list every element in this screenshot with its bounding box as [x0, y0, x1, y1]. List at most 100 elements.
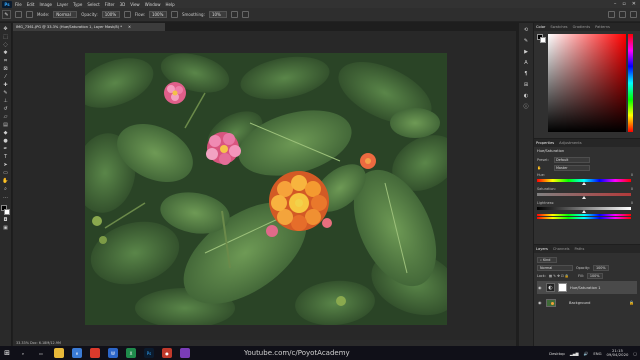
color-panel-tab-color[interactable]: Color: [536, 25, 545, 29]
color-swatches[interactable]: [0, 205, 11, 216]
fill-field[interactable]: 100%: [586, 272, 603, 279]
eye-icon[interactable]: ◉: [538, 300, 543, 305]
hue-thumb[interactable]: [582, 182, 586, 185]
saturation-value[interactable]: 0: [631, 187, 633, 192]
document-tab[interactable]: IMG_7361.JPG @ 33.3% (Hue/Saturation 1, …: [13, 23, 165, 31]
zoom-tool-icon[interactable]: ⌕: [2, 186, 10, 193]
more-tools-icon[interactable]: …: [2, 194, 10, 201]
hue-slider[interactable]: [628, 34, 633, 132]
windows-start-icon[interactable]: ⊞: [0, 346, 14, 360]
layer-mask-thumbnail[interactable]: [558, 283, 567, 292]
color-panel-tab-gradients[interactable]: Gradients: [573, 25, 591, 29]
menu-item-type[interactable]: Type: [73, 2, 82, 7]
adjust-icon[interactable]: ◐: [522, 92, 530, 100]
gear-icon[interactable]: [230, 11, 238, 18]
layers-tab-channels[interactable]: Channels: [553, 247, 570, 251]
move-tool-icon[interactable]: ✥: [2, 26, 10, 33]
hand-tool-icon[interactable]: ✋: [2, 178, 10, 185]
brush-tool-preset-icon[interactable]: ✎: [2, 10, 11, 19]
history-icon[interactable]: ⟲: [522, 26, 530, 34]
marquee-tool-icon[interactable]: ⬚: [2, 34, 10, 41]
saturation-track[interactable]: [537, 193, 631, 199]
maximize-icon[interactable]: ▫: [622, 1, 625, 7]
eye-icon[interactable]: ◉: [538, 285, 543, 290]
brush-size-icon[interactable]: [15, 11, 22, 18]
frame-tool-icon[interactable]: ⊠: [2, 66, 10, 73]
layer-background[interactable]: ◉ Background 🔒: [537, 296, 637, 309]
photo-canvas[interactable]: [85, 53, 447, 325]
eraser-tool-icon[interactable]: ▱: [2, 114, 10, 121]
pen-tool-icon[interactable]: ✒: [2, 146, 10, 153]
libraries-icon[interactable]: ⊞: [522, 81, 530, 89]
volume-icon[interactable]: 🔊: [584, 351, 589, 356]
menu-item-3d[interactable]: 3D: [120, 2, 126, 7]
healing-brush-tool-icon[interactable]: ✚: [2, 82, 10, 89]
lock-icons[interactable]: ▦ ✎ ✥ ⊡ 🔒: [549, 274, 569, 278]
lasso-tool-icon[interactable]: ◌: [2, 42, 10, 49]
menu-item-file[interactable]: File: [15, 2, 22, 7]
saturation-thumb[interactable]: [582, 196, 586, 199]
path-select-tool-icon[interactable]: ➤: [2, 162, 10, 169]
app-icon[interactable]: [180, 348, 190, 358]
brush-tool-icon[interactable]: ✎: [2, 90, 10, 97]
layers-tab-layers[interactable]: Layers: [536, 247, 548, 251]
gradient-tool-icon[interactable]: ▤: [2, 122, 10, 129]
word-icon[interactable]: W: [108, 348, 118, 358]
menu-item-view[interactable]: View: [130, 2, 140, 7]
hue-value[interactable]: 0: [631, 173, 633, 178]
layers-tab-paths[interactable]: Paths: [575, 247, 585, 251]
menu-item-window[interactable]: Window: [145, 2, 161, 7]
color-panel-tab-swatches[interactable]: Swatches: [550, 25, 567, 29]
blur-tool-icon[interactable]: ◆: [2, 130, 10, 137]
chrome-icon[interactable]: [90, 348, 100, 358]
notification-icon[interactable]: ▢: [633, 351, 637, 356]
lightness-value[interactable]: 0: [631, 201, 633, 206]
character-icon[interactable]: A: [522, 59, 530, 67]
color-panel-tab-patterns[interactable]: Patterns: [595, 25, 610, 29]
edge-icon[interactable]: e: [72, 348, 82, 358]
smoothing-field[interactable]: 10%: [208, 11, 227, 18]
lightness-track[interactable]: [537, 207, 631, 213]
menu-item-layer[interactable]: Layer: [57, 2, 68, 7]
pressure-opacity-icon[interactable]: [123, 11, 131, 18]
history-brush-tool-icon[interactable]: ↺: [2, 106, 10, 113]
clone-stamp-tool-icon[interactable]: ⊥: [2, 98, 10, 105]
language-indicator[interactable]: ENG: [593, 351, 601, 356]
brush-settings-panel-icon[interactable]: ✎: [522, 37, 530, 45]
task-view-icon[interactable]: ▭: [36, 348, 46, 358]
shape-tool-icon[interactable]: ▭: [2, 170, 10, 177]
menu-item-filter[interactable]: Filter: [105, 2, 115, 7]
layer-hue-saturation[interactable]: ◉ ◐ Hue/Saturation 1: [537, 281, 637, 294]
crop-tool-icon[interactable]: ⌗: [2, 58, 10, 65]
hue-track[interactable]: [537, 179, 631, 185]
desktop-label[interactable]: Desktop: [549, 351, 565, 356]
background-color[interactable]: [3, 209, 10, 215]
dodge-tool-icon[interactable]: ●: [2, 138, 10, 145]
layer-opacity-field[interactable]: 100%: [592, 264, 609, 271]
eyedropper-tool-icon[interactable]: ⁄: [2, 74, 10, 81]
menu-item-edit[interactable]: Edit: [27, 2, 35, 7]
mode-select[interactable]: Normal: [53, 11, 78, 18]
actions-icon[interactable]: ▶: [522, 48, 530, 56]
channel-select[interactable]: Master: [554, 164, 590, 171]
photoshop-taskbar-icon[interactable]: Ps: [144, 348, 154, 358]
lightness-thumb[interactable]: [582, 210, 586, 213]
layer-kind-filter[interactable]: ⌕ Kind: [537, 256, 557, 263]
recorder-icon[interactable]: ●: [162, 348, 172, 358]
preset-select[interactable]: Default: [554, 156, 590, 163]
info-icon[interactable]: ⓘ: [522, 103, 530, 111]
paragraph-icon[interactable]: ¶: [522, 70, 530, 78]
canvas-area[interactable]: [13, 31, 516, 340]
type-tool-icon[interactable]: T: [2, 154, 10, 161]
workspace-icon[interactable]: [619, 11, 626, 18]
menu-item-help[interactable]: Help: [165, 2, 174, 7]
close-tab-icon[interactable]: ✕: [128, 25, 131, 29]
close-icon[interactable]: ✕: [632, 1, 636, 7]
quick-mask-icon[interactable]: ◘: [2, 217, 10, 224]
properties-tab-adjustments[interactable]: Adjustments: [559, 141, 582, 145]
color-bg-swatch[interactable]: [540, 37, 546, 43]
brush-settings-icon[interactable]: [26, 11, 33, 18]
blend-mode-select[interactable]: Normal: [537, 264, 573, 271]
symmetry-icon[interactable]: [241, 11, 249, 18]
minimize-icon[interactable]: –: [614, 1, 617, 7]
